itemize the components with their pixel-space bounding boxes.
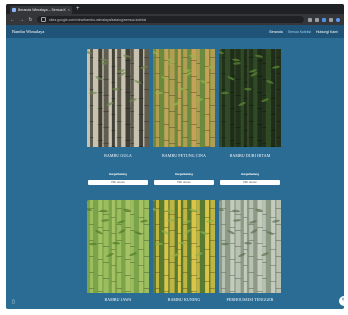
address-bar[interactable]: sites.google.com/view/bambu-wimalaya/kat… (37, 16, 304, 23)
reload-button[interactable]: ↻ (28, 17, 33, 23)
edit-icon[interactable]: ✎ (339, 296, 344, 306)
lock-icon (41, 17, 46, 22)
forward-button[interactable]: → (19, 17, 24, 23)
site-header: Bambu Wimalaya Beranda Semua Koleksi Hub… (6, 25, 344, 38)
tab-strip: Beranda Wimalaya – Semua Ko × + (6, 4, 344, 14)
extension-icon[interactable] (322, 17, 326, 22)
site-brand[interactable]: Bambu Wimalaya (12, 29, 44, 34)
product-price-label: Harga/batang (109, 172, 127, 176)
bamboo-photo (153, 49, 215, 147)
close-icon[interactable]: × (68, 8, 70, 12)
product-photo[interactable] (87, 200, 149, 293)
browser-window: Beranda Wimalaya – Semua Ko × + ← → ↻ si… (6, 4, 344, 309)
product-photo[interactable] (219, 200, 281, 293)
browser-tab[interactable]: Beranda Wimalaya – Semua Ko × (10, 6, 72, 14)
nav-all-collections[interactable]: Semua Koleksi (288, 30, 311, 34)
size-select[interactable]: Pilih ukuran (220, 180, 280, 185)
bamboo-photo (219, 200, 281, 293)
product-photo[interactable] (153, 49, 215, 147)
product-photo[interactable] (153, 200, 215, 293)
product-name[interactable]: PERHOUSEISI TENGGER (219, 297, 281, 302)
tab-title: Beranda Wimalaya – Semua Ko (18, 8, 66, 12)
page-info-icon[interactable]: ▯ (12, 299, 17, 305)
back-button[interactable]: ← (10, 17, 15, 23)
puzzle-icon[interactable] (329, 17, 333, 22)
product-name[interactable]: BAMBU KUNING (153, 297, 215, 302)
bamboo-photo (87, 49, 149, 147)
favicon-icon (12, 8, 16, 12)
product-name[interactable]: BAMBU JAWA (87, 297, 149, 302)
product-name[interactable]: BAMBU PETUNG CINA (153, 153, 215, 158)
extension-icons (308, 17, 340, 22)
url-text: sites.google.com/view/bambu-wimalaya/kat… (49, 17, 147, 22)
product-price-label: Harga/batang (175, 172, 193, 176)
product-name[interactable]: BAMBU GULA (87, 153, 149, 158)
product-price-label: Harga/batang (241, 172, 259, 176)
nav-contact[interactable]: Hubungi Kami (316, 30, 338, 34)
profile-avatar[interactable] (336, 17, 340, 22)
browser-toolbar: ← → ↻ sites.google.com/view/bambu-wimala… (6, 14, 344, 25)
site-nav: Beranda Semua Koleksi Hubungi Kami (269, 30, 338, 34)
bamboo-photo (219, 49, 281, 147)
product-name[interactable]: BAMBU DURI HITAM (219, 153, 281, 158)
bamboo-photo (153, 200, 215, 293)
bamboo-photo (87, 200, 149, 293)
bookmark-star-icon[interactable] (315, 17, 319, 22)
product-photo[interactable] (87, 49, 149, 147)
share-icon[interactable] (308, 17, 312, 22)
size-select[interactable]: Pilih ukuran (88, 180, 148, 185)
product-photo[interactable] (219, 49, 281, 147)
new-tab-button[interactable]: + (76, 5, 80, 13)
nav-home[interactable]: Beranda (269, 30, 282, 34)
size-select[interactable]: Pilih ukuran (154, 180, 214, 185)
